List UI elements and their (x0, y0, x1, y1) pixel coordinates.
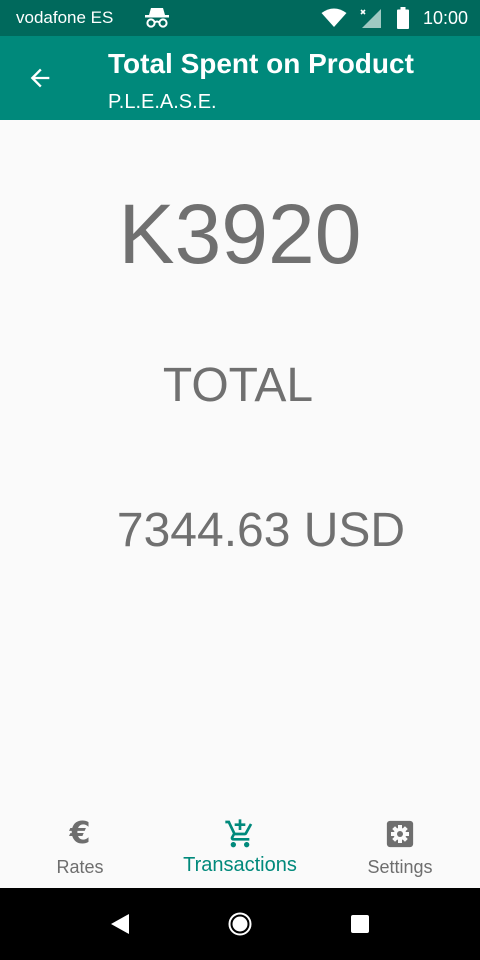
wifi-icon (321, 8, 347, 27)
nav-label-settings: Settings (367, 857, 433, 877)
page-title: Total Spent on Product (108, 48, 414, 79)
main-content: K3920 TOTAL 7344.63 USD (0, 120, 480, 806)
product-code: K3920 (118, 187, 362, 281)
nav-label-transactions: Transactions (183, 854, 297, 876)
bottom-navigation: € Rates Transactions Settings (0, 806, 480, 888)
back-triangle-icon[interactable] (109, 912, 131, 936)
total-label: TOTAL (162, 359, 314, 412)
carrier-name: vodafone ES (16, 8, 114, 27)
nav-item-transactions[interactable]: Transactions (160, 806, 320, 888)
nav-label-rates: Rates (56, 857, 104, 877)
euro-icon: € (64, 818, 96, 850)
recents-square-icon[interactable] (351, 915, 369, 933)
signal-no-data-icon (360, 9, 381, 28)
cart-add-icon (224, 818, 256, 850)
home-circle-icon[interactable] (228, 912, 252, 936)
nav-item-rates[interactable]: € Rates (0, 806, 160, 888)
battery-icon (396, 7, 409, 29)
total-amount: 7344.63 USD (116, 504, 406, 557)
back-button[interactable] (22, 60, 58, 96)
page-subtitle: P.L.E.A.S.E. (108, 91, 217, 113)
gear-icon (384, 818, 416, 850)
nav-item-settings[interactable]: Settings (320, 806, 480, 888)
status-icons: 10:00 (321, 0, 468, 36)
status-bar: vodafone ES 10:00 (0, 0, 480, 36)
system-navigation-bar (0, 888, 480, 960)
app-bar: Total Spent on Product P.L.E.A.S.E. (0, 36, 480, 120)
clock: 10:00 (422, 8, 468, 28)
euro-symbol: € (69, 816, 91, 851)
arrow-left-icon (30, 68, 50, 88)
incognito-icon (145, 8, 169, 28)
